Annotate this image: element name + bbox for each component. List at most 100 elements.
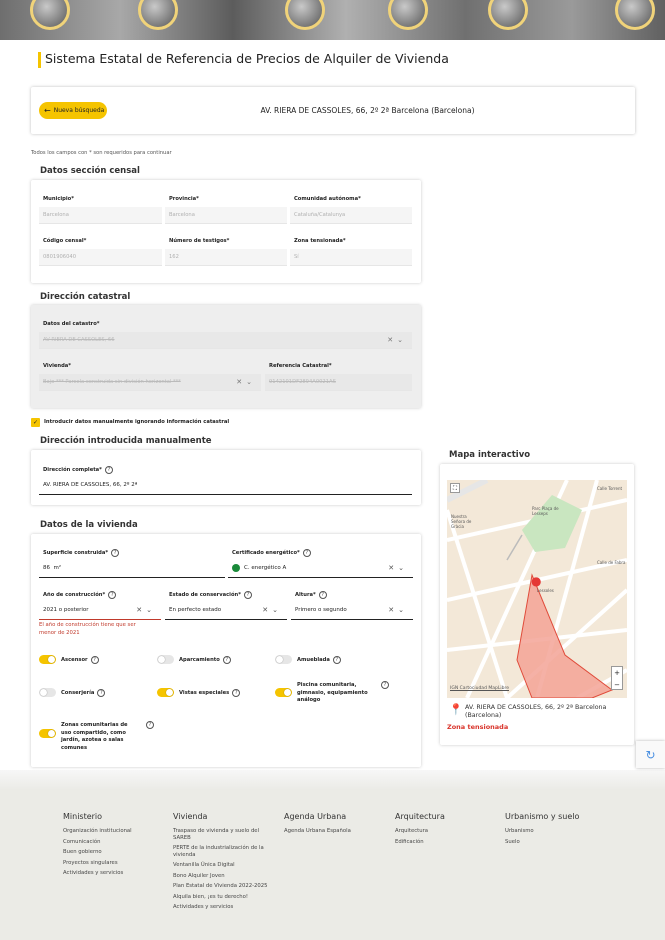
comunidad-field: Cataluña/Catalunya — [290, 207, 412, 224]
clear-chevron-icon: ✕⌄ — [236, 378, 256, 386]
piscina-toggle[interactable] — [275, 688, 292, 697]
zoom-controls[interactable]: + − — [611, 666, 623, 690]
fullscreen-icon[interactable]: ⛶ — [450, 483, 460, 493]
footer-link[interactable]: Ventanilla Única Digital — [173, 862, 273, 869]
interactive-map[interactable]: ⛶ ● IGN Cartociudad MapLibre + − Nuestra … — [447, 480, 627, 698]
footer-col-urbanismo: Urbanismo y suelo Urbanismo Suelo — [505, 812, 605, 849]
altura-select[interactable]: Primero o segundo ✕⌄ — [291, 601, 413, 620]
direccion-input[interactable]: AV. RIERA DE CASSOLES, 66, 2º 2ª — [39, 476, 412, 495]
clear-chevron-icon[interactable]: ✕⌄ — [388, 606, 408, 614]
help-icon[interactable]: ? — [318, 591, 327, 599]
vivienda-label: Vivienda* — [43, 363, 71, 369]
help-icon[interactable]: ? — [97, 689, 106, 697]
map-title: Mapa interactivo — [449, 450, 531, 460]
location-pin-icon: 📍 — [449, 703, 463, 716]
help-icon[interactable]: ? — [243, 591, 252, 599]
certificado-label: Certificado energético*? — [232, 549, 311, 557]
banner-photo — [285, 0, 325, 30]
clear-chevron-icon: ✕⌄ — [387, 336, 407, 344]
aparcamiento-toggle[interactable] — [157, 655, 174, 664]
city-background — [0, 770, 665, 790]
header-banner — [0, 0, 665, 40]
footer-link[interactable]: Suelo — [505, 839, 605, 846]
footer-link[interactable]: Actividades y servicios — [173, 904, 273, 911]
footer-link[interactable]: Organización institucional — [63, 828, 168, 835]
anio-label: Año de construcción*? — [43, 591, 117, 599]
help-icon[interactable]: ? — [111, 549, 120, 557]
anio-value: 2021 o posterior — [43, 607, 89, 613]
zoom-in-button[interactable]: + — [614, 669, 620, 677]
help-icon[interactable]: ? — [232, 689, 241, 697]
help-icon[interactable]: ? — [222, 656, 231, 664]
footer-link[interactable]: Bono Alquiler Joven — [173, 873, 273, 880]
comunidad-label: Comunidad autónoma* — [294, 196, 361, 202]
footer-link[interactable]: Urbanismo — [505, 828, 605, 835]
footer-heading: Agenda Urbana — [284, 812, 347, 821]
clear-chevron-icon[interactable]: ✕⌄ — [262, 606, 282, 614]
zoom-out-button[interactable]: − — [614, 681, 620, 689]
new-search-button[interactable]: ← Nueva búsqueda — [39, 102, 107, 119]
map-street-label: Calle Torrent — [597, 486, 623, 491]
zona-label: Zona tensionada* — [294, 238, 346, 244]
clear-chevron-icon[interactable]: ✕⌄ — [388, 564, 408, 572]
amueblada-toggle[interactable] — [275, 655, 292, 664]
codigo-censal-label: Código censal* — [43, 238, 87, 244]
help-icon[interactable]: ? — [108, 591, 117, 599]
catastro-label: Datos del catastro* — [43, 321, 100, 327]
estado-value: En perfecto estado — [169, 607, 222, 613]
map-street-label: Calle de Fabra — [597, 560, 626, 565]
map-pin-icon: ● — [531, 574, 542, 588]
footer-link[interactable]: Edificación — [395, 839, 495, 846]
help-icon[interactable]: ? — [90, 656, 99, 664]
zonas-toggle[interactable] — [39, 729, 56, 738]
aparcamiento-label: Aparcamiento? — [179, 656, 231, 664]
certificado-value: C. energético A — [244, 565, 287, 571]
help-icon[interactable]: ? — [104, 466, 113, 474]
footer-link[interactable]: Arquitectura — [395, 828, 495, 835]
help-icon[interactable]: ? — [302, 549, 311, 557]
provincia-field: Barcelona — [165, 207, 287, 224]
footer-link[interactable]: Proyectos singulares — [63, 860, 168, 867]
footer-link[interactable]: Traspaso de vivienda y suelo del SAREB — [173, 828, 273, 841]
footer-link[interactable]: PERTE de la industrialización de la vivi… — [173, 845, 273, 858]
manual-checkbox-label: Introducir datos manualmente ignorando i… — [44, 419, 230, 425]
anio-error: El año de construcción tiene que ser men… — [39, 622, 136, 636]
footer-link[interactable]: Buen gobierno — [63, 849, 168, 856]
map-street-label: Lessoles — [537, 588, 554, 593]
banner-photo — [30, 0, 70, 30]
estado-select[interactable]: En perfecto estado ✕⌄ — [165, 601, 287, 620]
vivienda-title: Datos de la vivienda — [40, 520, 138, 530]
footer-link[interactable]: Agenda Urbana Española — [284, 828, 384, 835]
banner-photo — [388, 0, 428, 30]
footer-col-agenda: Agenda Urbana Agenda Urbana Española — [284, 812, 384, 839]
certificado-select[interactable]: C. energético A ✕⌄ — [228, 559, 413, 578]
map-street-label: Parc Plaça de Lesseps — [532, 506, 559, 516]
ascensor-toggle[interactable] — [39, 655, 56, 664]
help-icon[interactable]: ? — [332, 656, 341, 664]
anio-select[interactable]: 2021 o posterior ✕⌄ — [39, 601, 161, 620]
zone-label: Zona tensionada — [447, 723, 509, 731]
footer-link[interactable]: Alquila bien, ¡es tu derecho! — [173, 894, 273, 901]
help-icon[interactable]: ? — [146, 721, 154, 729]
manual-checkbox[interactable]: ✓ — [31, 418, 40, 427]
help-icon[interactable]: ? — [381, 681, 389, 689]
recaptcha-icon[interactable]: ↻ — [636, 741, 665, 768]
footer-col-vivienda: Vivienda Traspaso de vivienda y suelo de… — [173, 812, 273, 915]
footer-heading: Urbanismo y suelo — [505, 812, 580, 821]
superficie-input[interactable]: 86 m² — [39, 559, 225, 578]
page-title: Sistema Estatal de Referencia de Precios… — [45, 51, 449, 66]
footer-link[interactable]: Plan Estatal de Vivienda 2022-2025 — [173, 883, 273, 890]
clear-chevron-icon[interactable]: ✕⌄ — [136, 606, 156, 614]
conserjeria-toggle[interactable] — [39, 688, 56, 697]
ascensor-label: Ascensor? — [61, 656, 99, 664]
vivienda-select[interactable]: Bajo *** Parcela construida sin división… — [39, 374, 261, 391]
zonas-label: Zonas comunitarias de uso compartido, co… — [61, 722, 128, 751]
codigo-censal-field: 0801906040 — [39, 249, 162, 266]
provincia-label: Provincia* — [169, 196, 199, 202]
footer-link[interactable]: Actividades y servicios — [63, 870, 168, 877]
map-attribution[interactable]: IGN Cartociudad MapLibre — [450, 686, 509, 691]
vistas-toggle[interactable] — [157, 688, 174, 697]
footer-link[interactable]: Comunicación — [63, 839, 168, 846]
zona-field: Sí — [290, 249, 412, 266]
catastro-select[interactable]: AV RIERA DE CASSOLES, 66 ✕⌄ — [39, 332, 412, 349]
